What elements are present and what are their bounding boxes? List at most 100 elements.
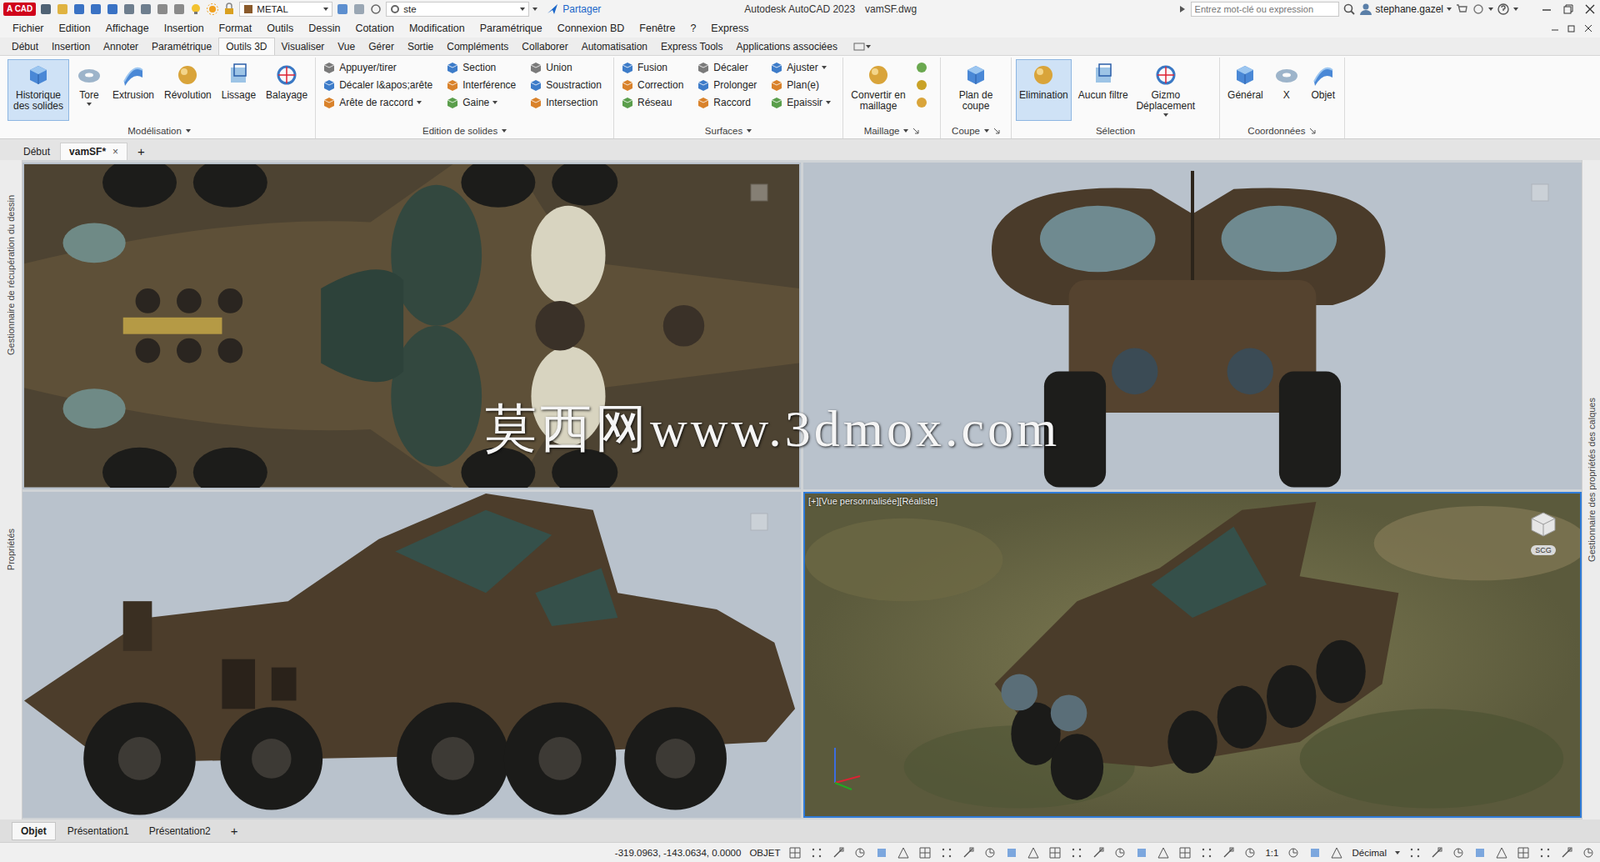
menu-item[interactable]: Insertion [156, 22, 212, 35]
status-tool-icon[interactable] [1495, 845, 1509, 860]
quick-access-icon[interactable] [139, 2, 153, 16]
dialog-launcher-icon[interactable] [993, 127, 1000, 135]
minimize-icon[interactable] [1550, 23, 1560, 34]
ribbon-button[interactable]: Révolution [160, 59, 215, 121]
ribbon-small-button[interactable]: Interférence [443, 76, 519, 94]
dropdown-caret[interactable] [1446, 7, 1452, 11]
status-tool-icon[interactable] [1538, 845, 1552, 860]
ribbon-icon-button[interactable] [912, 94, 931, 111]
quick-access-icon[interactable] [105, 2, 120, 16]
status-tool-icon[interactable] [1286, 845, 1300, 860]
ribbon-panel-title[interactable]: Sélection [1011, 123, 1220, 139]
lock-icon[interactable] [222, 2, 236, 16]
ribbon-button[interactable]: Lissage [218, 59, 260, 121]
viewport[interactable] [22, 491, 801, 819]
dropdown-caret[interactable] [1513, 7, 1519, 11]
ribbon-button[interactable]: Convertir en maillage [847, 59, 910, 121]
ribbon-tab[interactable]: Applications associées [730, 37, 845, 55]
status-tool-icon[interactable] [940, 845, 954, 860]
layer-tool-icon[interactable] [352, 2, 366, 16]
ribbon-panel-title[interactable]: Maillage [843, 123, 940, 139]
ribbon-button[interactable]: Plan de coupe [945, 59, 1007, 121]
status-tool-icon[interactable] [918, 845, 932, 860]
workspace-dropdown[interactable]: ste [385, 1, 530, 17]
viewcube-icon[interactable] [1526, 508, 1560, 540]
dropdown-caret[interactable] [532, 7, 538, 11]
cart-icon[interactable] [1455, 2, 1469, 16]
ribbon-tab[interactable]: Début [5, 37, 45, 55]
status-tool-icon[interactable] [1560, 845, 1574, 860]
menu-item[interactable]: Affichage [98, 22, 157, 35]
status-tool-icon[interactable] [1156, 845, 1170, 860]
ribbon-tab[interactable]: Annoter [96, 37, 145, 55]
dropdown-caret[interactable] [984, 129, 990, 133]
ribbon-small-button[interactable]: Décaler [694, 59, 760, 76]
ribbon-button[interactable]: Historique des solides [7, 59, 70, 121]
status-tool-icon[interactable] [1308, 845, 1322, 860]
menu-item[interactable]: Cotation [347, 22, 402, 35]
ribbon-button[interactable]: Objet [1306, 59, 1340, 121]
ribbon-icon-button[interactable] [912, 76, 931, 94]
viewcube-icon[interactable] [749, 511, 770, 532]
restore-icon[interactable] [1561, 2, 1575, 16]
search-icon[interactable] [1342, 2, 1356, 16]
status-tool-icon[interactable] [1048, 845, 1062, 860]
palette-tab[interactable]: Gestionnaire de récupération du dessin [5, 195, 16, 355]
ucs-badge[interactable]: SCG [1530, 545, 1556, 555]
dropdown-caret[interactable] [903, 129, 909, 133]
dropdown-caret[interactable] [501, 129, 507, 133]
quick-access-icon[interactable] [55, 2, 70, 16]
close-icon[interactable] [1583, 2, 1597, 16]
viewport-label[interactable]: [+][Vue personnalisée][Réaliste] [808, 495, 938, 506]
menu-item[interactable]: Fichier [5, 22, 52, 35]
menu-item[interactable]: Dessin [300, 22, 348, 35]
restore-icon[interactable] [1566, 23, 1577, 34]
ribbon-small-button[interactable]: Raccord [694, 94, 760, 111]
ribbon-small-button[interactable]: Prolonger [694, 76, 760, 94]
quick-access-icon[interactable] [122, 2, 136, 16]
palette-tab[interactable]: Propriétés [5, 528, 16, 570]
dropdown-caret[interactable] [825, 100, 831, 105]
sun-icon[interactable] [205, 2, 220, 16]
help-icon[interactable] [1496, 2, 1510, 16]
status-tool-icon[interactable] [831, 845, 845, 860]
dropdown-caret[interactable] [1163, 113, 1169, 117]
units-selector[interactable]: Décimal [1351, 847, 1387, 858]
menu-item[interactable]: Connexion BD [550, 22, 633, 35]
viewcube-icon[interactable] [1530, 182, 1550, 203]
status-tool-icon[interactable] [1430, 845, 1444, 860]
viewport[interactable] [803, 162, 1582, 490]
menu-item[interactable]: Modification [401, 22, 473, 35]
ribbon-small-button[interactable]: Plan(e) [767, 76, 834, 94]
viewcube[interactable]: SCG [1526, 508, 1560, 555]
layout-tab[interactable]: Présentation2 [140, 822, 220, 840]
dialog-launcher-icon[interactable] [912, 127, 920, 135]
menu-item[interactable]: Edition [51, 22, 99, 35]
palette-tab[interactable]: Gestionnaire des propriétés des calques [1586, 397, 1597, 562]
dropdown-caret[interactable] [1488, 7, 1494, 11]
ribbon-button[interactable]: Aucun filtre [1075, 59, 1132, 121]
ribbon-small-button[interactable]: Intersection [526, 94, 605, 111]
ribbon-small-button[interactable]: Réseau [618, 94, 686, 111]
status-tool-icon[interactable] [961, 845, 975, 860]
network-icon[interactable] [1471, 2, 1485, 16]
quick-access-icon[interactable] [172, 2, 186, 16]
status-tool-icon[interactable] [1243, 845, 1257, 860]
ribbon-panel-title[interactable]: Coordonnées [1220, 123, 1345, 139]
user-menu[interactable]: stephane.gazel [1359, 2, 1452, 16]
status-tool-icon[interactable] [1091, 845, 1105, 860]
quick-access-icon[interactable] [72, 2, 86, 16]
status-tool-icon[interactable] [1581, 845, 1595, 860]
quick-access-icon[interactable] [89, 2, 103, 16]
status-tool-icon[interactable] [1070, 845, 1084, 860]
ribbon-tab[interactable]: Collaborer [515, 37, 575, 55]
status-tool-icon[interactable] [1026, 845, 1040, 860]
menu-item[interactable]: Format [211, 22, 260, 35]
share-button[interactable]: Partager [545, 2, 601, 16]
search-field[interactable] [1190, 1, 1340, 17]
layout-tab[interactable]: Objet [11, 821, 56, 840]
new-layout-button[interactable]: + [222, 820, 247, 840]
ribbon-small-button[interactable]: Correction [618, 76, 686, 94]
menu-item[interactable]: Fenêtre [631, 22, 683, 35]
status-tool-icon[interactable] [1330, 845, 1344, 860]
